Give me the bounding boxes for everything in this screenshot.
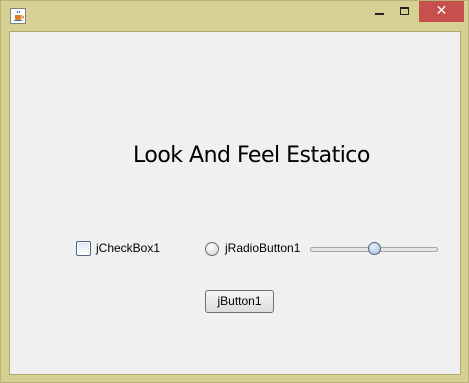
slider-thumb[interactable] — [367, 242, 381, 255]
minimize-icon — [375, 13, 384, 15]
page-title: Look And Feel Estatico — [133, 143, 370, 168]
close-button[interactable]: ✕ — [419, 1, 464, 22]
radio-button-label[interactable]: jRadioButton1 — [225, 241, 300, 255]
checkbox[interactable] — [76, 241, 91, 256]
checkbox-label[interactable]: jCheckBox1 — [96, 241, 160, 255]
content-panel: Look And Feel Estatico jCheckBox1 jRadio… — [9, 31, 461, 375]
java-cup-icon[interactable] — [10, 8, 26, 24]
minimize-button[interactable] — [366, 1, 392, 22]
close-icon: ✕ — [435, 3, 448, 19]
radio-button[interactable] — [205, 242, 219, 256]
maximize-icon — [400, 7, 409, 15]
title-bar[interactable]: ✕ — [1, 1, 469, 31]
maximize-button[interactable] — [392, 1, 419, 22]
window-frame: ✕ Look And Feel Estatico jCheckBox1 jRad… — [0, 0, 469, 383]
jbutton[interactable]: jButton1 — [205, 290, 274, 313]
